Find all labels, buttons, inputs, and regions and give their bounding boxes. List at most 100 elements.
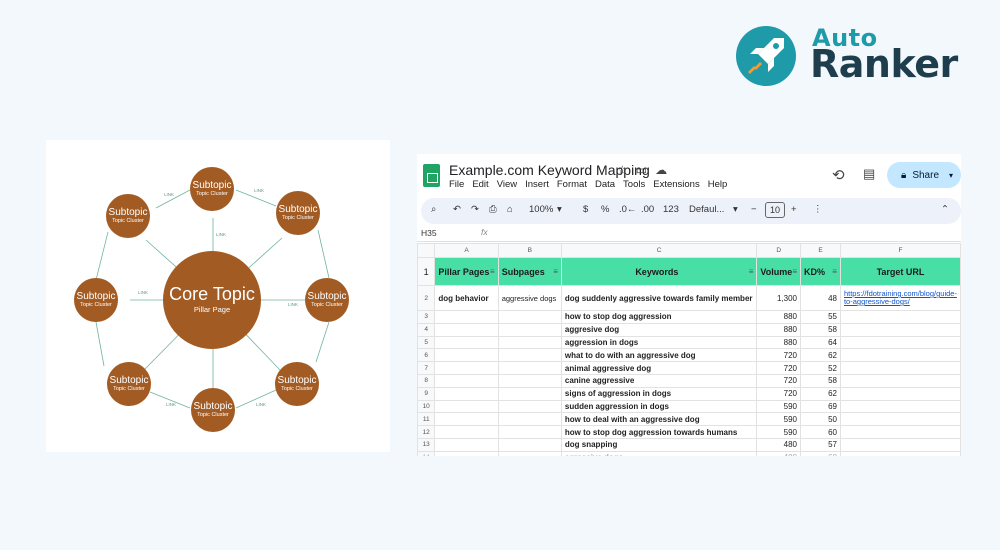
percent-format-button[interactable]: % bbox=[601, 204, 609, 215]
header-cell[interactable]: Subpages ≡ bbox=[497, 257, 562, 286]
column-letter[interactable]: C bbox=[560, 243, 758, 258]
volume-cell[interactable]: 590 bbox=[756, 412, 802, 427]
menu-insert[interactable]: Insert bbox=[525, 179, 549, 190]
url-cell[interactable] bbox=[839, 399, 961, 414]
kd-cell[interactable]: 57 bbox=[800, 437, 841, 452]
subpage-cell[interactable] bbox=[497, 386, 562, 401]
keyword-cell[interactable]: canine aggressive bbox=[560, 373, 758, 388]
menu-file[interactable]: File bbox=[449, 179, 464, 190]
volume-cell[interactable]: 720 bbox=[756, 373, 802, 388]
share-button[interactable]: 🔒︎ Share ▾ bbox=[887, 162, 961, 188]
url-cell[interactable] bbox=[839, 361, 961, 375]
kd-cell[interactable]: 48 bbox=[800, 285, 841, 311]
row-number[interactable]: 11 bbox=[417, 412, 436, 427]
pillar-cell[interactable] bbox=[434, 322, 499, 337]
keyword-cell[interactable]: what to do with an aggressive dog bbox=[560, 348, 758, 363]
keyword-cell[interactable]: dog snapping bbox=[560, 437, 758, 452]
zoom-select[interactable]: 100% bbox=[529, 204, 553, 215]
decrease-decimal-button[interactable]: .0← bbox=[619, 204, 636, 215]
kd-cell[interactable]: 69 bbox=[800, 399, 841, 414]
filter-icon[interactable]: ≡ bbox=[490, 267, 495, 276]
header-cell[interactable]: Keywords ≡ bbox=[560, 257, 758, 286]
menu-help[interactable]: Help bbox=[708, 179, 728, 190]
kd-cell[interactable]: 60 bbox=[800, 425, 841, 439]
star-icon[interactable]: ☆ bbox=[617, 163, 636, 177]
row-number[interactable]: 10 bbox=[417, 399, 436, 414]
filter-icon[interactable]: ≡ bbox=[792, 267, 797, 276]
url-cell[interactable] bbox=[839, 386, 961, 401]
paint-format-icon[interactable]: ⌂ bbox=[507, 204, 513, 215]
row-number[interactable]: 8 bbox=[417, 373, 436, 388]
row-number[interactable]: 6 bbox=[417, 348, 436, 363]
column-letter[interactable]: F bbox=[839, 243, 961, 258]
header-cell[interactable]: KD% ≡ bbox=[800, 257, 841, 286]
subpage-cell[interactable] bbox=[497, 310, 562, 324]
keyword-cell[interactable]: animal aggressive dog bbox=[560, 361, 758, 375]
row-number[interactable]: 2 bbox=[417, 285, 436, 311]
kd-cell[interactable]: 62 bbox=[800, 348, 841, 363]
sheets-app-icon[interactable] bbox=[423, 164, 440, 187]
kd-cell[interactable]: 58 bbox=[800, 373, 841, 388]
subpage-cell[interactable] bbox=[497, 437, 562, 452]
column-letter[interactable]: D bbox=[756, 243, 802, 258]
header-cell[interactable]: Volume ≡ bbox=[756, 257, 802, 286]
pillar-cell[interactable] bbox=[434, 399, 499, 414]
pillar-cell[interactable] bbox=[434, 348, 499, 363]
pillar-cell[interactable] bbox=[434, 425, 499, 439]
font-select[interactable]: Defaul... bbox=[689, 204, 724, 215]
increase-decimal-button[interactable]: .00 bbox=[641, 204, 654, 215]
menu-edit[interactable]: Edit bbox=[472, 179, 488, 190]
print-icon[interactable]: ⎙ bbox=[489, 204, 497, 215]
undo-icon[interactable]: ↶ bbox=[453, 204, 461, 215]
column-letter[interactable]: E bbox=[800, 243, 841, 258]
subpage-cell[interactable] bbox=[497, 425, 562, 439]
pillar-cell[interactable] bbox=[434, 361, 499, 375]
volume-cell[interactable]: 480 bbox=[756, 450, 802, 456]
volume-cell[interactable]: 480 bbox=[756, 437, 802, 452]
menu-view[interactable]: View bbox=[497, 179, 517, 190]
row-number[interactable]: 5 bbox=[417, 335, 436, 350]
url-cell[interactable] bbox=[839, 322, 961, 337]
volume-cell[interactable]: 590 bbox=[756, 425, 802, 439]
url-cell[interactable] bbox=[839, 450, 961, 456]
keyword-cell[interactable]: signs of aggression in dogs bbox=[560, 386, 758, 401]
column-letter[interactable]: A bbox=[434, 243, 499, 258]
history-icon[interactable]: ⟲ bbox=[832, 166, 845, 184]
collapse-toolbar-icon[interactable]: ⌃ bbox=[941, 204, 949, 215]
kd-cell[interactable]: 64 bbox=[800, 335, 841, 350]
pillar-cell[interactable]: dog behavior bbox=[434, 285, 499, 311]
pillar-cell[interactable] bbox=[434, 335, 499, 350]
volume-cell[interactable]: 590 bbox=[756, 399, 802, 414]
filter-icon[interactable]: ≡ bbox=[553, 267, 558, 276]
column-letter[interactable]: B bbox=[497, 243, 562, 258]
url-cell[interactable] bbox=[839, 425, 961, 439]
subpage-cell[interactable] bbox=[497, 412, 562, 427]
kd-cell[interactable]: 60 bbox=[800, 450, 841, 456]
row-number[interactable]: 12 bbox=[417, 425, 436, 439]
subpage-cell[interactable] bbox=[497, 335, 562, 350]
keyword-cell[interactable]: aggression in dogs bbox=[560, 335, 758, 350]
select-all-cell[interactable] bbox=[417, 243, 436, 258]
subpage-cell[interactable] bbox=[497, 348, 562, 363]
row-number[interactable]: 1 bbox=[417, 257, 436, 286]
header-cell[interactable]: Target URL bbox=[839, 257, 961, 286]
url-cell[interactable] bbox=[839, 310, 961, 324]
url-cell[interactable] bbox=[839, 412, 961, 427]
pillar-cell[interactable] bbox=[434, 450, 499, 456]
url-cell[interactable] bbox=[839, 335, 961, 350]
subpage-cell[interactable] bbox=[497, 373, 562, 388]
number-format-button[interactable]: 123 bbox=[663, 204, 679, 215]
row-number[interactable]: 3 bbox=[417, 310, 436, 324]
keyword-cell[interactable]: how to stop dog aggression bbox=[560, 310, 758, 324]
font-size-increase-button[interactable]: + bbox=[791, 204, 797, 215]
pillar-cell[interactable] bbox=[434, 373, 499, 388]
cell-reference[interactable]: H35 bbox=[421, 228, 437, 238]
volume-cell[interactable]: 720 bbox=[756, 386, 802, 401]
kd-cell[interactable]: 58 bbox=[800, 322, 841, 337]
cloud-icon[interactable]: ☁ bbox=[655, 163, 675, 177]
keyword-cell[interactable]: sudden aggression in dogs bbox=[560, 399, 758, 414]
subpage-cell[interactable] bbox=[497, 450, 562, 456]
menu-tools[interactable]: Tools bbox=[623, 179, 645, 190]
subpage-cell[interactable] bbox=[497, 399, 562, 414]
volume-cell[interactable]: 720 bbox=[756, 361, 802, 375]
